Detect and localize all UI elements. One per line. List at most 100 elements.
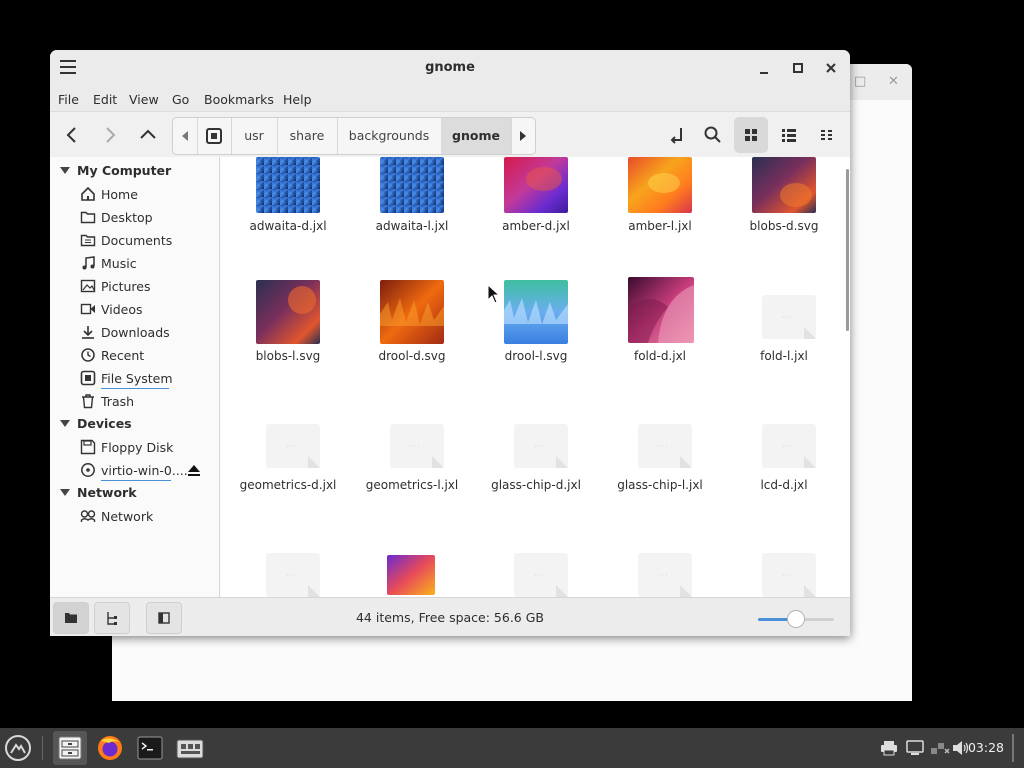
drive-icon: [206, 128, 222, 144]
mouse-pointer-icon: [487, 284, 501, 304]
sidebar-item-label: virtio-win-0....: [101, 463, 188, 478]
search-button[interactable]: [696, 117, 730, 153]
file-name: amber-l.jxl: [628, 219, 692, 233]
folder-icon: [80, 211, 96, 224]
zoom-slider[interactable]: [758, 610, 834, 628]
sidebar-item-label: Trash: [101, 394, 135, 409]
download-icon: [82, 326, 94, 339]
menu-help[interactable]: Help: [283, 92, 312, 107]
clock-icon: [81, 348, 95, 362]
printer-icon[interactable]: [880, 740, 898, 756]
zoom-slider-handle[interactable]: [787, 610, 805, 628]
video-icon: [80, 303, 95, 315]
back-icon[interactable]: [60, 123, 84, 147]
minimize-icon: [760, 72, 768, 74]
menu-edit[interactable]: Edit: [93, 92, 117, 107]
compact-view-button[interactable]: [810, 117, 844, 153]
image-thumbnail: [628, 157, 692, 213]
vertical-scrollbar[interactable]: [846, 169, 849, 331]
taskbar-terminal[interactable]: [133, 731, 167, 765]
sidebar-item-label: Pictures: [101, 279, 151, 294]
menu-bookmarks[interactable]: Bookmarks: [204, 92, 274, 107]
file-name: drool-l.svg: [504, 349, 568, 363]
location-toggle-button[interactable]: [660, 117, 694, 153]
taskbar: 03:28: [0, 728, 1024, 768]
sidebar-item-label: Music: [101, 256, 137, 271]
maximize-button[interactable]: [788, 58, 808, 78]
file-name: geometrics-l.jxl: [365, 478, 459, 492]
file-name: lcd-d.jxl: [760, 478, 808, 492]
image-thumbnail: [504, 280, 568, 344]
path-gnome[interactable]: gnome: [441, 118, 512, 154]
expander-icon: [60, 489, 70, 496]
taskbar-apps[interactable]: [173, 731, 207, 765]
path-share[interactable]: share: [277, 118, 338, 154]
path-usr[interactable]: usr: [231, 118, 278, 154]
file-manager-icon: [58, 736, 82, 760]
sidebar-item-label: Documents: [101, 233, 173, 248]
sidebar-section-network[interactable]: Network: [60, 485, 137, 500]
close-button[interactable]: [821, 58, 841, 78]
loading-file-icon: ···: [762, 295, 816, 339]
clock[interactable]: 03:28: [968, 740, 1004, 755]
search-icon: [704, 126, 721, 143]
window-title: gnome: [425, 60, 475, 75]
file-name: adwaita-d.jxl: [249, 219, 327, 233]
picture-icon: [80, 279, 96, 293]
path-backgrounds[interactable]: backgrounds: [337, 118, 442, 154]
up-icon[interactable]: [136, 123, 160, 147]
taskbar-file-manager[interactable]: [53, 731, 87, 765]
show-desktop-button[interactable]: [1012, 734, 1014, 762]
chevron-right-icon: [520, 131, 526, 141]
file-name: adwaita-l.jxl: [375, 219, 449, 233]
path-scroll-right-button[interactable]: [511, 118, 535, 154]
image-thumbnail: [752, 157, 816, 213]
eject-icon[interactable]: [187, 463, 201, 477]
sidebar-item-label: Home: [101, 187, 138, 202]
taskbar-firefox[interactable]: [93, 731, 127, 765]
loading-file-icon: ···: [266, 424, 320, 468]
image-thumbnail: [380, 280, 444, 344]
usage-bar: [101, 480, 171, 481]
sidebar-item-virtio-win[interactable]: virtio-win-0....: [80, 461, 215, 481]
menu-view[interactable]: View: [129, 92, 159, 107]
compact-list-icon: [821, 130, 832, 140]
path-scroll-left-button[interactable]: [173, 118, 198, 154]
file-manager-window: gnome File Edit View Go Bookmarks Help u…: [50, 50, 850, 636]
status-text: 44 items, Free space: 56.6 GB: [355, 610, 544, 625]
sidebar-item-label: File System: [101, 371, 173, 386]
display-icon[interactable]: [906, 740, 924, 756]
close-icon: [826, 63, 836, 73]
file-name: amber-d.jxl: [502, 219, 570, 233]
loading-file-icon: ···: [514, 553, 568, 597]
toolbar: usr share backgrounds gnome: [50, 112, 850, 158]
home-icon: [81, 186, 95, 201]
file-name: geometrics-d.jxl: [239, 478, 337, 492]
titlebar[interactable]: gnome: [50, 50, 850, 87]
sidebar: My Computer Home Desktop Documents Music…: [50, 157, 220, 597]
background-maximize-icon[interactable]: □: [854, 74, 866, 89]
loading-file-icon: ···: [514, 424, 568, 468]
forward-icon[interactable]: [98, 123, 122, 147]
menu-icon[interactable]: [4, 734, 32, 762]
minimize-button[interactable]: [754, 58, 774, 78]
image-thumbnail: [256, 157, 320, 213]
firefox-icon: [98, 736, 122, 760]
file-grid[interactable]: adwaita-d.jxl adwaita-l.jxl amber-d.jxl …: [220, 157, 850, 597]
floppy-icon: [80, 439, 96, 455]
network-status-icon[interactable]: [930, 740, 950, 756]
sidebar-section-devices[interactable]: Devices: [60, 416, 132, 431]
list-view-button[interactable]: [772, 117, 806, 153]
loading-file-icon: ···: [638, 424, 692, 468]
background-close-icon[interactable]: ✕: [888, 74, 899, 89]
icon-view-button[interactable]: [734, 117, 768, 153]
drive-icon: [80, 370, 96, 386]
menubar: File Edit View Go Bookmarks Help: [50, 87, 850, 112]
sidebar-section-my-computer[interactable]: My Computer: [60, 163, 171, 178]
image-thumbnail: [256, 280, 320, 344]
menu-file[interactable]: File: [58, 92, 79, 107]
sidebar-item-label: Floppy Disk: [101, 440, 174, 455]
file-name: glass-chip-l.jxl: [617, 478, 703, 492]
menu-go[interactable]: Go: [172, 92, 189, 107]
path-root-button[interactable]: [197, 118, 232, 154]
